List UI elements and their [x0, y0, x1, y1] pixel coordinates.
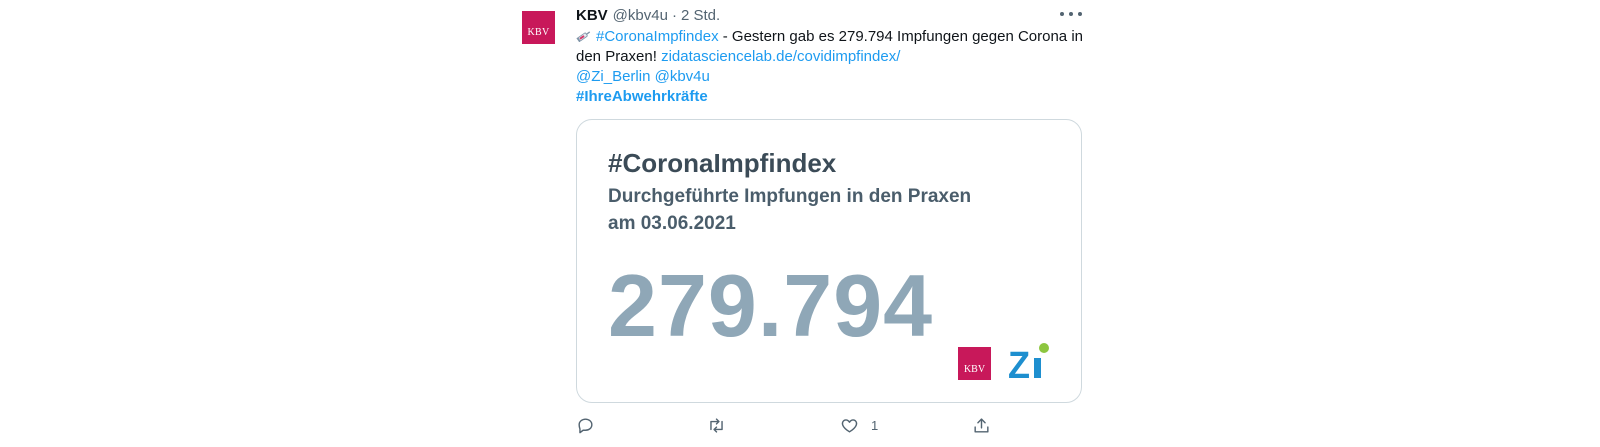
mention-kbv4u[interactable]: @kbv4u: [655, 68, 710, 85]
more-icon[interactable]: [1060, 5, 1082, 23]
tweet-actions: 1: [576, 414, 1086, 440]
card-subtitle-line-2: am 03.06.2021: [608, 213, 736, 234]
reply-icon: [578, 417, 593, 433]
tweet-text: #CoronaImpfindex - Gestern gab es 279.79…: [576, 27, 1086, 107]
more-dot: [1078, 12, 1082, 16]
card-title: #CoronaImpfindex: [608, 148, 837, 178]
media-card[interactable]: #CoronaImpfindex Durchgeführte Impfungen…: [576, 119, 1082, 403]
more-dot: [1069, 12, 1073, 16]
card-number: 279.794: [608, 256, 934, 355]
hashtag-link-2[interactable]: #IhreAbwehrkräfte: [576, 88, 708, 105]
syringe-icon: [576, 28, 592, 43]
like-count: 1: [871, 417, 879, 433]
more-dot: [1060, 12, 1064, 16]
share-button[interactable]: [972, 414, 991, 436]
hashtag-link[interactable]: #CoronaImpfindex: [596, 28, 719, 45]
author-handle[interactable]: @kbv4u: [613, 7, 668, 24]
svg-text:Z: Z: [1008, 345, 1030, 382]
heart-icon: [841, 418, 858, 433]
avatar-text: KBV: [527, 27, 550, 38]
external-link[interactable]: zidatasciencelab.de/covidimpfindex/: [661, 48, 900, 65]
zi-logo: Z: [1008, 340, 1052, 387]
like-button[interactable]: 1: [840, 414, 878, 436]
share-icon: [974, 417, 989, 433]
mention-zi-berlin[interactable]: @Zi_Berlin: [576, 68, 650, 85]
card-subtitle-line-1: Durchgeführte Impfungen in den Praxen: [608, 186, 972, 207]
reply-button[interactable]: [576, 414, 595, 436]
timestamp[interactable]: 2 Std.: [681, 7, 720, 24]
retweet-icon: [710, 417, 723, 433]
tweet-header: KBV @kbv4u · 2 Std.: [576, 5, 720, 25]
card-subtitle: Durchgeführte Impfungen in den Praxen am…: [608, 183, 971, 237]
kbv-logo: KBV: [958, 347, 991, 380]
tweet[interactable]: KBV KBV @kbv4u · 2 Std. #CoronaImpfindex…: [0, 0, 1600, 447]
separator-dot: ·: [671, 6, 677, 24]
kbv-logo-text: KBV: [963, 364, 986, 375]
author-display-name[interactable]: KBV: [576, 7, 608, 24]
avatar[interactable]: KBV: [522, 11, 555, 44]
retweet-button[interactable]: [707, 414, 726, 436]
